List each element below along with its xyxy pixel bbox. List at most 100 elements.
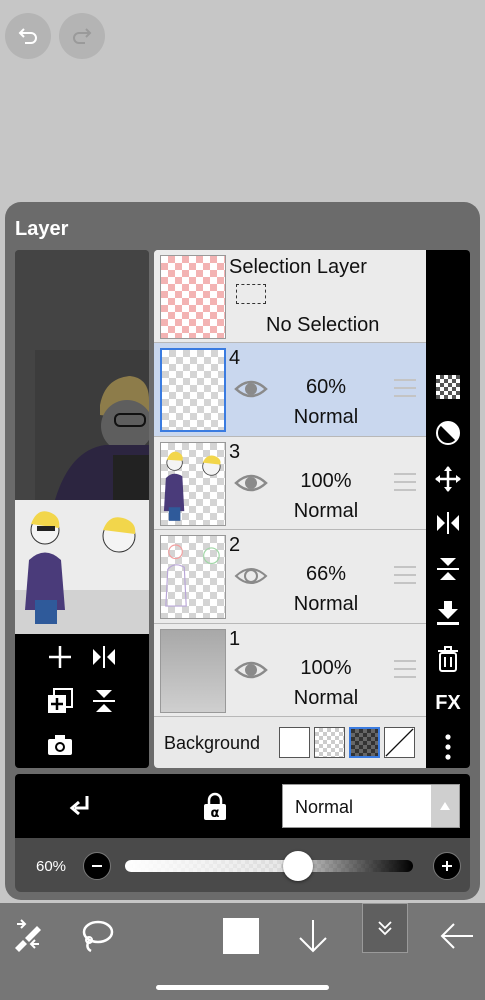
contrast-icon bbox=[436, 421, 460, 445]
layer-opacity: 66% bbox=[305, 563, 347, 585]
side-toolbar: FX bbox=[426, 250, 470, 768]
flip-vertical-icon bbox=[437, 558, 459, 580]
visibility-eye-icon[interactable] bbox=[234, 471, 268, 495]
layer-row-1[interactable]: 1 100% Normal bbox=[154, 624, 426, 717]
layer-thumbnail bbox=[160, 535, 226, 619]
tool-switch-button[interactable] bbox=[4, 913, 50, 959]
lasso-button[interactable] bbox=[74, 913, 120, 959]
arrow-left-icon bbox=[440, 923, 473, 949]
alpha-lock-button[interactable]: α bbox=[201, 792, 229, 827]
layer-thumbnail bbox=[160, 348, 226, 432]
download-button[interactable] bbox=[290, 913, 336, 959]
layer-number: 1 bbox=[229, 628, 241, 650]
back-button[interactable] bbox=[434, 913, 480, 959]
opacity-increase-button[interactable] bbox=[433, 852, 461, 880]
home-indicator bbox=[156, 985, 329, 990]
flip-layer-horizontal-button[interactable] bbox=[89, 642, 119, 672]
selection-layer-row[interactable]: Selection Layer No Selection bbox=[154, 250, 426, 343]
selection-layer-name: Selection Layer bbox=[229, 256, 367, 278]
blend-mode-value: Normal bbox=[295, 797, 354, 817]
duplicate-icon bbox=[48, 688, 73, 713]
flip-horizontal-icon bbox=[437, 512, 459, 534]
opacity-control: 60% bbox=[15, 838, 470, 892]
opacity-decrease-button[interactable] bbox=[83, 852, 111, 880]
layers-toggle-button[interactable] bbox=[362, 903, 408, 953]
drag-handle-icon[interactable] bbox=[394, 379, 416, 397]
camera-button[interactable] bbox=[45, 730, 75, 760]
visibility-eye-icon[interactable] bbox=[234, 658, 268, 682]
background-transparent-swatch[interactable] bbox=[314, 727, 345, 758]
preview-toolbar bbox=[15, 634, 149, 768]
svg-text:α: α bbox=[211, 806, 220, 821]
layer-list: Selection Layer No Selection 4 60% Norma… bbox=[154, 250, 426, 768]
dashed-selection-icon bbox=[236, 284, 266, 304]
triangle-up-icon bbox=[440, 802, 450, 810]
panel-title: Layer bbox=[15, 218, 69, 240]
visibility-eye-icon[interactable] bbox=[234, 377, 268, 401]
undo-button[interactable] bbox=[5, 13, 51, 59]
layer-opacity: 60% bbox=[305, 376, 347, 398]
drag-handle-icon[interactable] bbox=[394, 473, 416, 491]
layer-blend-mode: Normal bbox=[293, 406, 359, 428]
layer-number: 3 bbox=[229, 441, 241, 463]
blend-mode-arrow[interactable] bbox=[431, 785, 459, 827]
merge-down-icon bbox=[437, 601, 459, 625]
layer-row-3[interactable]: 3 100% Normal bbox=[154, 437, 426, 530]
canvas-preview bbox=[15, 250, 149, 768]
opacity-value: 60% bbox=[36, 858, 67, 875]
redo-icon bbox=[73, 28, 92, 44]
flip-layer-vertical-button[interactable] bbox=[89, 686, 119, 716]
add-layer-button[interactable] bbox=[45, 642, 75, 672]
arrow-down-icon bbox=[299, 920, 327, 953]
duplicate-layer-button[interactable] bbox=[45, 686, 75, 716]
redo-button[interactable] bbox=[59, 13, 105, 59]
camera-icon bbox=[48, 735, 72, 755]
fx-button[interactable]: FX bbox=[433, 688, 463, 718]
layer-blend-mode: Normal bbox=[293, 500, 359, 522]
selection-layer-thumbnail bbox=[160, 255, 226, 339]
layer-row-4[interactable]: 4 60% Normal bbox=[154, 343, 426, 437]
move-icon bbox=[435, 466, 461, 492]
layer-opacity: 100% bbox=[300, 657, 352, 679]
background-white-swatch[interactable] bbox=[279, 727, 310, 758]
move-button[interactable] bbox=[433, 464, 463, 494]
more-button[interactable] bbox=[433, 732, 463, 762]
merge-down-button[interactable] bbox=[433, 598, 463, 628]
background-row: Background bbox=[154, 717, 426, 768]
background-label: Background bbox=[164, 733, 261, 753]
preview-thumbnail bbox=[15, 500, 149, 634]
minus-icon bbox=[92, 865, 102, 867]
layer-thumbnail bbox=[160, 629, 226, 713]
layer-panel: Layer Selection Layer No Selection 4 60%… bbox=[5, 202, 480, 900]
layer-opacity: 100% bbox=[300, 470, 352, 492]
more-icon bbox=[445, 734, 451, 760]
blend-mode-select[interactable]: Normal bbox=[282, 784, 460, 828]
layer-row-2[interactable]: 2 66% Normal bbox=[154, 530, 426, 624]
layer-number: 4 bbox=[229, 347, 241, 369]
flip-vertical-button[interactable] bbox=[433, 554, 463, 584]
background-none-swatch[interactable] bbox=[384, 727, 415, 758]
double-chevron-down-icon bbox=[378, 921, 392, 936]
delete-layer-button[interactable] bbox=[433, 644, 463, 674]
layer-blend-mode: Normal bbox=[293, 593, 359, 615]
contrast-button[interactable] bbox=[433, 418, 463, 448]
trash-icon bbox=[438, 646, 458, 672]
flip-horizontal-icon bbox=[93, 646, 115, 668]
drag-handle-icon[interactable] bbox=[394, 566, 416, 584]
undo-icon bbox=[18, 28, 37, 44]
checker-button[interactable] bbox=[433, 372, 463, 402]
layer-blend-mode: Normal bbox=[293, 687, 359, 709]
plus-icon bbox=[49, 646, 71, 668]
background-dark-swatch[interactable] bbox=[349, 727, 380, 758]
clipping-button[interactable] bbox=[67, 792, 95, 825]
bottom-toolbar bbox=[0, 903, 485, 1000]
visibility-eye-outline-icon[interactable] bbox=[234, 564, 268, 588]
flip-horizontal-button[interactable] bbox=[433, 508, 463, 538]
color-button[interactable] bbox=[218, 913, 264, 959]
flip-vertical-icon bbox=[93, 690, 115, 712]
drag-handle-icon[interactable] bbox=[394, 660, 416, 678]
opacity-slider-track[interactable] bbox=[125, 860, 413, 872]
opacity-slider-thumb[interactable] bbox=[282, 851, 313, 881]
clipping-arrow-icon bbox=[69, 796, 89, 816]
canvas-preview-image bbox=[15, 250, 149, 500]
